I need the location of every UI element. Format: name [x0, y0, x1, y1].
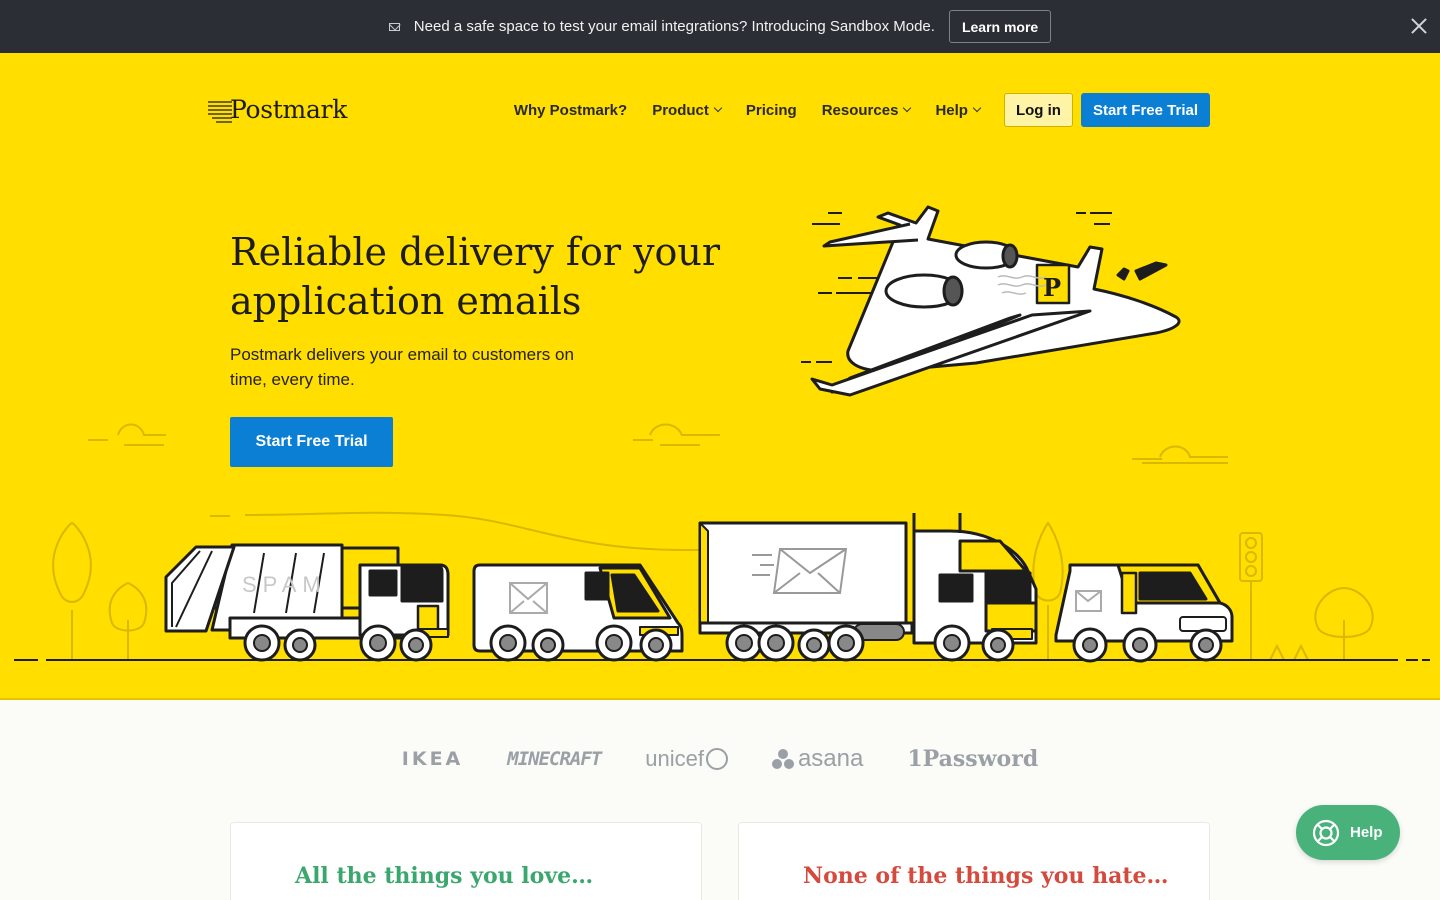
help-widget-button[interactable]: Help [1296, 805, 1400, 860]
client-logos: IKEA MINECRAFT unicef asana 1Password [0, 745, 1440, 773]
nav-label: Why Postmark? [513, 101, 628, 119]
chevron-down-icon [713, 103, 723, 113]
main-nav: Why Postmark? Product Pricing Resources … [514, 93, 1210, 127]
delivery-van-wheels [1072, 627, 1223, 663]
lifebuoy-icon [1312, 819, 1340, 846]
nav-label: Pricing [745, 101, 797, 119]
unicef-logo: unicef [645, 746, 728, 772]
hero-start-free-trial-button[interactable]: Start Free Trial [230, 417, 393, 467]
announcement-content: Need a safe space to test your email int… [388, 10, 1052, 43]
nav-pricing[interactable]: Pricing [746, 102, 797, 119]
hero-subtitle: Postmark delivers your email to customer… [230, 345, 574, 389]
chevron-down-icon [972, 103, 982, 113]
hero-illustration: P SPAM [14, 205, 1430, 663]
hate-card: None of the things you hate… [738, 822, 1210, 900]
nav-help[interactable]: Help [935, 101, 982, 119]
minecraft-logo: MINECRAFT [507, 748, 602, 770]
envelope-icon [388, 22, 400, 31]
chevron-down-icon [903, 103, 912, 113]
nav-label: Resources [821, 101, 899, 119]
help-label: Help [1350, 824, 1383, 841]
announcement-text: Need a safe space to test your email int… [413, 18, 935, 35]
logo-lines-icon [208, 101, 232, 123]
semi-truck [698, 513, 1038, 645]
ikea-logo: IKEA [401, 748, 464, 770]
hero-title: Reliable delivery for your application e… [230, 230, 721, 323]
asana-text: asana [797, 745, 864, 772]
nav-label: Product [652, 101, 709, 119]
nav-start-free-trial-button[interactable]: Start Free Trial [1080, 93, 1210, 127]
nav-resources[interactable]: Resources [821, 101, 912, 119]
postmark-logo[interactable]: Postmark [208, 93, 347, 125]
close-icon[interactable] [1410, 17, 1428, 35]
globe-icon [705, 748, 728, 770]
love-card: All the things you love… [230, 822, 702, 900]
hate-card-title: None of the things you hate… [803, 863, 1169, 889]
airplane-icon [810, 205, 1181, 397]
asana-logo: asana [771, 745, 864, 773]
announcement-bar: Need a safe space to test your email int… [0, 0, 1440, 53]
unicef-text: unicef [645, 746, 704, 771]
love-card-title: All the things you love… [295, 863, 594, 889]
asana-dots-icon [771, 749, 794, 769]
hero-section: P SPAM Postmark Why Postmark? Product Pr… [0, 53, 1440, 700]
logo-text: Postmark [230, 94, 348, 124]
login-button[interactable]: Log in [1003, 93, 1073, 127]
learn-more-button[interactable]: Learn more [948, 10, 1052, 43]
nav-product[interactable]: Product [652, 101, 723, 119]
1password-logo: 1Password [907, 746, 1039, 772]
nav-why-postmark[interactable]: Why Postmark? [514, 102, 627, 119]
spam-label: SPAM [242, 572, 327, 597]
nav-label: Help [935, 101, 968, 119]
